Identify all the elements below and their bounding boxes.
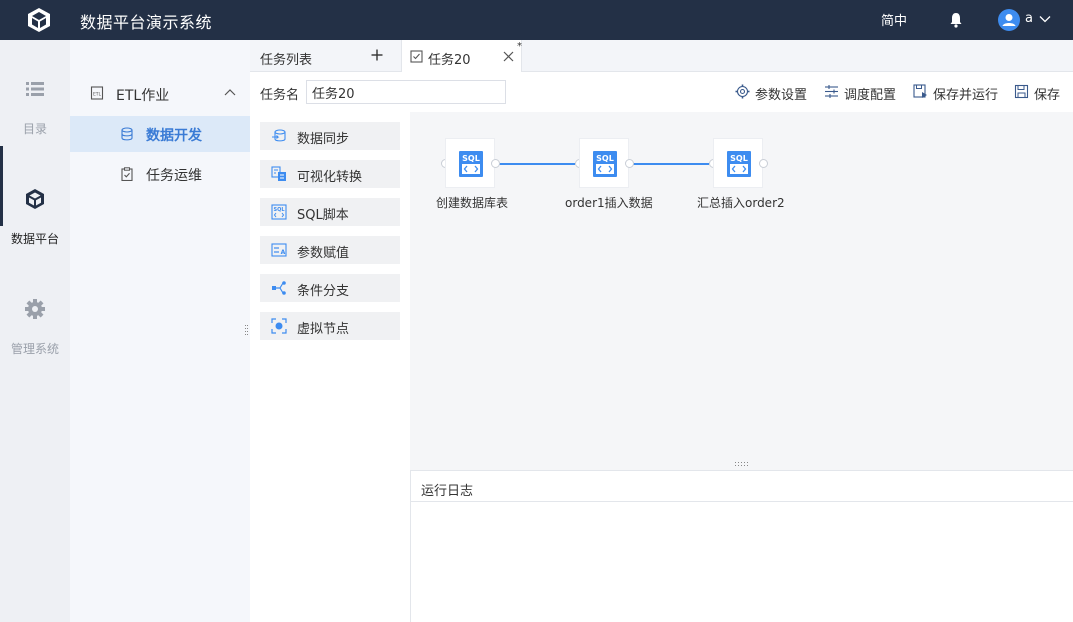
etl-file-icon: ETL: [90, 86, 104, 100]
rail-item-admin[interactable]: 管理系统: [0, 298, 70, 368]
palette-item-branch[interactable]: 条件分支: [260, 274, 400, 302]
svg-text:ETL: ETL: [93, 92, 102, 98]
tab-label: 任务列表: [260, 53, 313, 68]
rail-label: 数据平台: [10, 232, 59, 246]
sql-icon: SQL: [593, 151, 617, 177]
flow-edge[interactable]: [499, 163, 575, 165]
rail-item-data-platform[interactable]: 数据平台: [0, 146, 70, 258]
flow-node[interactable]: SQL: [713, 138, 763, 188]
rail-item-catalog[interactable]: 目录: [0, 78, 70, 148]
palette-item-label: 条件分支: [297, 284, 350, 299]
branch-icon: [272, 281, 286, 295]
palette-item-visual-transform[interactable]: 可视化转换: [260, 160, 400, 188]
side-menu: ETL ETL作业 数据开发 任务运维: [70, 40, 250, 622]
list-icon: [26, 82, 44, 96]
plus-icon[interactable]: [371, 49, 383, 61]
param-assign-icon: A: [271, 243, 287, 257]
sql-icon: SQL: [727, 151, 751, 177]
sync-icon: [272, 129, 286, 142]
palette-item-data-sync[interactable]: 数据同步: [260, 122, 400, 150]
menu-item-data-dev[interactable]: 数据开发: [70, 116, 250, 152]
rail-label: 目录: [22, 122, 47, 136]
bell-icon[interactable]: [949, 12, 963, 28]
menu-item-task-ops[interactable]: 任务运维: [70, 156, 250, 192]
chevron-up-icon[interactable]: [224, 87, 236, 99]
tab-task-list[interactable]: 任务列表: [250, 40, 400, 72]
gear-icon: [25, 299, 45, 319]
flow-node[interactable]: SQL: [445, 138, 495, 188]
menu-item-label: 数据开发: [146, 128, 202, 144]
sql-icon: SQL: [459, 151, 483, 177]
sql-badge: SQL: [730, 154, 748, 163]
tab-bar: 任务列表 任务20 *: [250, 40, 1073, 73]
palette-item-sql-script[interactable]: SQL SQL脚本: [260, 198, 400, 226]
save-run-icon: [913, 84, 927, 98]
sql-icon: SQL: [271, 204, 287, 220]
run-log-title: 运行日志: [421, 484, 474, 499]
button-label: 保存并运行: [933, 88, 999, 103]
palette-item-label: 可视化转换: [297, 170, 363, 185]
sql-badge: SQL: [462, 154, 480, 163]
cube-logo-icon: [28, 8, 50, 32]
palette-item-label: 虚拟节点: [297, 322, 350, 337]
unsaved-marker: *: [517, 41, 522, 52]
menu-group-etl[interactable]: ETL ETL作业: [70, 78, 250, 112]
task-name-label: 任务名: [260, 88, 300, 103]
node-output-port[interactable]: [759, 159, 768, 168]
top-header: 数据平台演示系统 简中 a: [0, 0, 1073, 40]
run-log-panel: 运行日志: [410, 470, 1073, 622]
language-switch[interactable]: 简中: [881, 10, 907, 29]
menu-item-label: 任务运维: [146, 168, 202, 184]
left-rail: 目录 数据平台 管理系统: [0, 40, 70, 622]
log-splitter[interactable]: [410, 460, 1073, 470]
run-log-header: 运行日志: [411, 471, 1073, 502]
flow-edge[interactable]: [633, 163, 709, 165]
cube-icon: [26, 189, 44, 209]
palette-item-label: 参数赋值: [297, 246, 350, 261]
tab-task-20[interactable]: 任务20 *: [401, 40, 522, 73]
check-square-icon: [410, 50, 423, 63]
palette-item-label: SQL脚本: [297, 208, 349, 223]
drag-handle-icon[interactable]: [735, 462, 749, 468]
node-output-port[interactable]: [491, 159, 500, 168]
node-label: 创建数据库表: [436, 196, 509, 210]
button-label: 保存: [1034, 88, 1061, 103]
user-icon: [1002, 14, 1016, 26]
button-label: 参数设置: [755, 88, 808, 103]
task-name-input[interactable]: [306, 80, 506, 104]
node-output-port[interactable]: [625, 159, 634, 168]
database-icon: [121, 127, 133, 141]
button-label: 调度配置: [844, 88, 897, 103]
drag-handle-icon[interactable]: [245, 325, 249, 337]
transform-icon: [271, 166, 286, 181]
rail-label: 管理系统: [10, 342, 59, 356]
svg-text:SQL: SQL: [273, 207, 285, 213]
palette-item-virtual-node[interactable]: 虚拟节点: [260, 312, 400, 340]
close-icon[interactable]: [503, 51, 514, 62]
menu-group-label: ETL作业: [116, 88, 170, 104]
component-palette: 数据同步 可视化转换 SQL SQL脚本 A 参数赋值 条件分支 虚拟节点: [245, 112, 410, 622]
palette-item-label: 数据同步: [297, 132, 350, 147]
app-title: 数据平台演示系统: [80, 13, 213, 32]
flow-canvas[interactable]: SQL 创建数据库表 SQL order1插入数据 SQL 汇总插入order2: [410, 112, 1073, 470]
tab-label: 任务20: [428, 53, 471, 68]
task-toolbar: 任务名 参数设置 调度配置 保存并运行: [250, 72, 1073, 112]
svg-text:A: A: [281, 249, 286, 256]
user-name[interactable]: a: [1025, 11, 1033, 26]
gear-icon: [735, 84, 750, 99]
sliders-icon: [825, 85, 838, 98]
clipboard-icon: [121, 167, 133, 181]
flow-node[interactable]: SQL: [579, 138, 629, 188]
node-label: 汇总插入order2: [697, 196, 785, 210]
chevron-down-icon[interactable]: [1039, 13, 1051, 25]
virtual-node-icon: [271, 318, 287, 334]
avatar[interactable]: [998, 9, 1020, 31]
save-icon: [1014, 84, 1029, 99]
node-label: order1插入数据: [565, 196, 653, 210]
sql-badge: SQL: [596, 154, 614, 163]
palette-item-param-assign[interactable]: A 参数赋值: [260, 236, 400, 264]
